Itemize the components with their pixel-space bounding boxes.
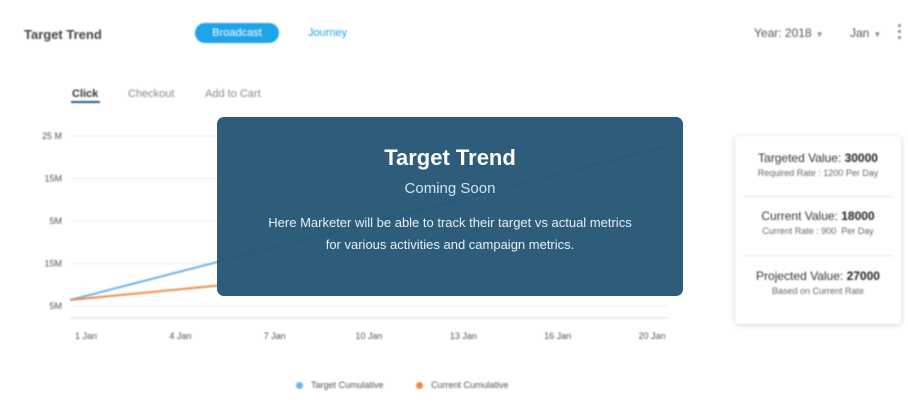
- current-cumulative-line: [69, 284, 220, 301]
- divider: [743, 255, 893, 256]
- legend-label-target: Target Cumulative: [311, 380, 384, 390]
- month-select-label: Jan: [850, 26, 870, 40]
- subtab-checkout[interactable]: Checkout: [128, 88, 174, 100]
- x-tick-label: 13 Jan: [450, 331, 477, 341]
- y-tick-label: 5M: [49, 301, 62, 311]
- legend-dot-current: [416, 382, 423, 389]
- legend-dot-target: [296, 382, 303, 389]
- tab-broadcast[interactable]: Broadcast: [195, 23, 279, 43]
- stat-current-value: 18000: [841, 209, 875, 223]
- subtab-underline: [71, 101, 100, 103]
- widget-title: Target Trend: [24, 27, 102, 42]
- subtab-click[interactable]: Click: [72, 88, 98, 100]
- month-select[interactable]: Jan ▼: [850, 26, 881, 40]
- chevron-down-icon: ▼: [873, 30, 882, 39]
- stat-targeted-label: Targeted Value:: [758, 151, 842, 165]
- stat-current-label: Current Value:: [761, 209, 838, 223]
- coming-soon-overlay: Target Trend Coming Soon Here Marketer w…: [217, 117, 683, 296]
- stat-projected-sub: Based on Current Rate: [771, 286, 865, 296]
- x-tick-label: 4 Jan: [169, 331, 191, 341]
- stats-card: Targeted Value: 30000 Required Rate : 12…: [735, 136, 901, 324]
- overlay-subtitle: Coming Soon: [404, 180, 496, 197]
- legend-target: Target Cumulative: [296, 380, 384, 390]
- divider: [743, 196, 893, 197]
- stat-targeted-sub: Required Rate : 1200 Per Day: [757, 168, 879, 178]
- x-tick-label: 1 Jan: [75, 331, 97, 341]
- year-select[interactable]: Year: 2018 ▼: [754, 26, 824, 40]
- y-tick-label: 15M: [44, 259, 62, 269]
- chevron-down-icon: ▼: [815, 30, 824, 39]
- x-tick-label: 20 Jan: [638, 331, 665, 341]
- legend-current: Current Cumulative: [416, 380, 509, 390]
- more-options-icon[interactable]: [898, 24, 902, 40]
- y-tick-label: 15M: [44, 174, 62, 184]
- y-tick-label: 5M: [49, 216, 62, 226]
- stat-projected: Projected Value: 27000 Based on Current …: [743, 269, 893, 296]
- stat-current-sub: Current Rate : 900 Per Day: [762, 226, 874, 236]
- year-select-label: Year: 2018: [754, 26, 812, 40]
- x-tick-label: 7 Jan: [264, 331, 286, 341]
- stat-current: Current Value: 18000 Current Rate : 900 …: [743, 209, 893, 236]
- x-tick-label: 10 Jan: [355, 331, 382, 341]
- overlay-description: Here Marketer will be able to track thei…: [268, 215, 632, 252]
- tab-journey[interactable]: Journey: [308, 27, 347, 39]
- x-tick-label: 16 Jan: [544, 331, 571, 341]
- stat-projected-label: Projected Value:: [756, 269, 844, 283]
- y-tick-label: 25 M: [42, 131, 62, 141]
- overlay-title: Target Trend: [384, 145, 516, 170]
- stat-projected-value: 27000: [846, 269, 880, 283]
- subtab-add-to-cart[interactable]: Add to Cart: [205, 88, 261, 100]
- stat-targeted-value: 30000: [844, 151, 878, 165]
- stat-targeted: Targeted Value: 30000 Required Rate : 12…: [743, 151, 893, 178]
- legend-label-current: Current Cumulative: [431, 380, 509, 390]
